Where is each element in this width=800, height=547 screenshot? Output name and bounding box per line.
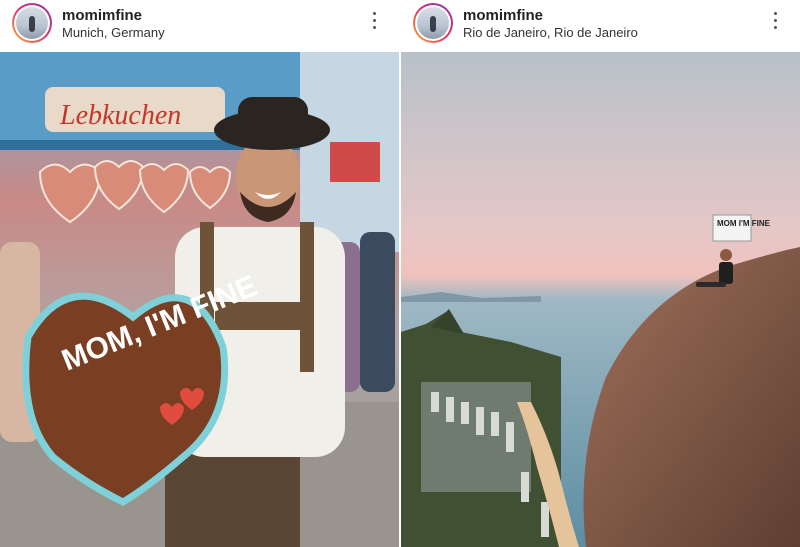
- post-rio: momimfine Rio de Janeiro, Rio de Janeiro: [401, 0, 800, 547]
- profile-avatar[interactable]: [413, 3, 453, 43]
- post-photo[interactable]: Lebkuchen MOM, I'M FINE: [0, 52, 399, 547]
- post-header: momimfine Rio de Janeiro, Rio de Janeiro: [401, 0, 800, 52]
- post-photo[interactable]: MOM I'M FINE: [401, 52, 800, 547]
- more-options-icon[interactable]: [772, 12, 778, 32]
- profile-avatar[interactable]: [12, 3, 52, 43]
- post-header: momimfine Munich, Germany: [0, 0, 399, 52]
- location-link[interactable]: Munich, Germany: [62, 25, 165, 40]
- username-link[interactable]: momimfine: [463, 7, 543, 24]
- feed-grid: momimfine Munich, Germany Lebkuchen MOM,…: [0, 0, 800, 547]
- more-options-icon[interactable]: [371, 12, 377, 32]
- location-link[interactable]: Rio de Janeiro, Rio de Janeiro: [463, 25, 638, 40]
- svg-text:Lebkuchen: Lebkuchen: [59, 100, 181, 131]
- post-munich: momimfine Munich, Germany Lebkuchen MOM,…: [0, 0, 399, 547]
- sign-text: MOM I'M FINE: [717, 219, 771, 228]
- username-link[interactable]: momimfine: [62, 7, 142, 24]
